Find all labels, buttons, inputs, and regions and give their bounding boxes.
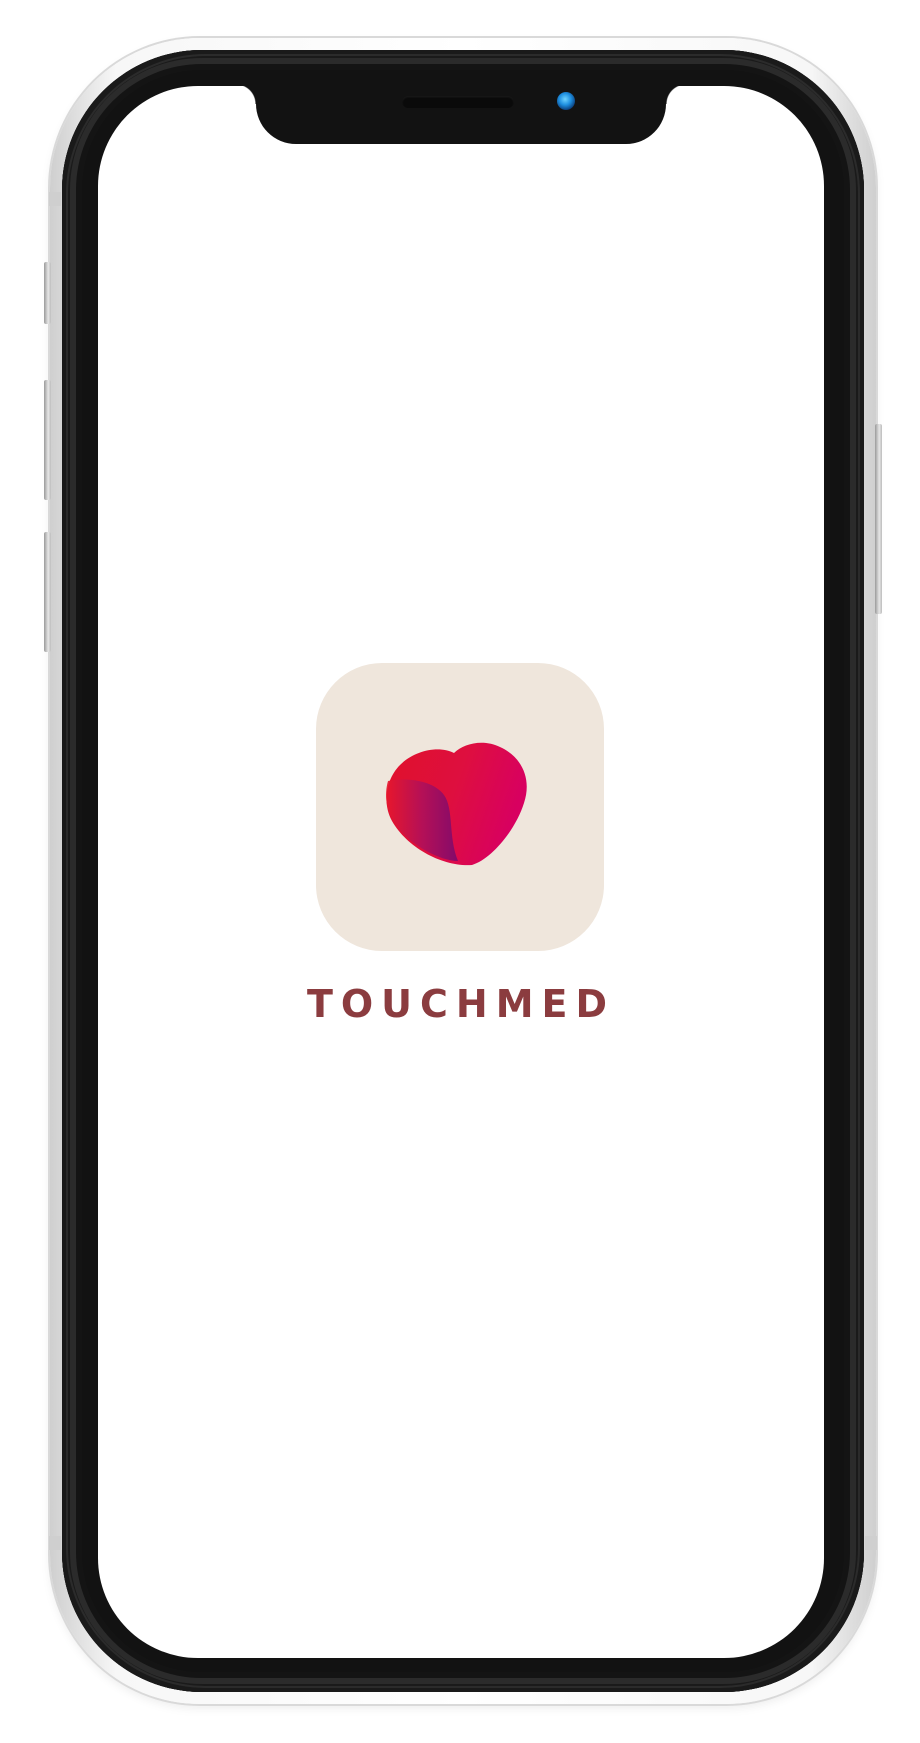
volume-up-button — [44, 380, 51, 500]
front-camera-icon — [557, 92, 575, 110]
app-logo-tile — [316, 663, 604, 951]
screen: TOUCHMED — [98, 86, 824, 1658]
notch — [236, 86, 686, 144]
silent-switch — [44, 262, 51, 324]
power-button — [875, 424, 882, 614]
antenna-band — [865, 1536, 877, 1550]
antenna-band — [49, 192, 61, 206]
antenna-band — [49, 1536, 61, 1550]
brand-name: TOUCHMED — [306, 982, 616, 1026]
volume-down-button — [44, 532, 51, 652]
heart-logo-icon — [386, 742, 527, 866]
earpiece-speaker-icon — [402, 96, 514, 108]
